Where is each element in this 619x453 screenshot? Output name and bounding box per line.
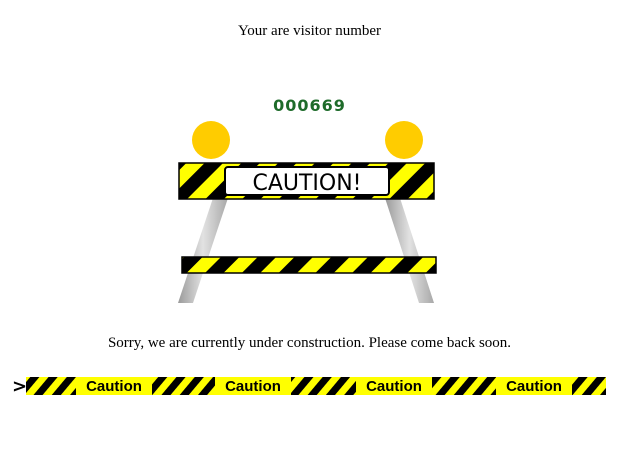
tape-label: Caution [225,378,281,395]
caution-sign-text: CAUTION! [252,171,361,196]
right-warning-lamp [385,121,423,159]
tape-label: Caution [366,378,422,395]
caution-tape: > Caution Caution Caution Caution [12,377,606,395]
tape-label: Caution [506,378,562,395]
tape-label: Caution [86,378,142,395]
tape-arrow: > [12,377,27,395]
barricade-bottom-board [181,256,437,274]
barricade-right-leg [385,198,434,303]
under-construction-message: Sorry, we are currently under constructi… [107,335,512,351]
left-warning-lamp [192,121,230,159]
barricade-left-leg [178,198,228,303]
